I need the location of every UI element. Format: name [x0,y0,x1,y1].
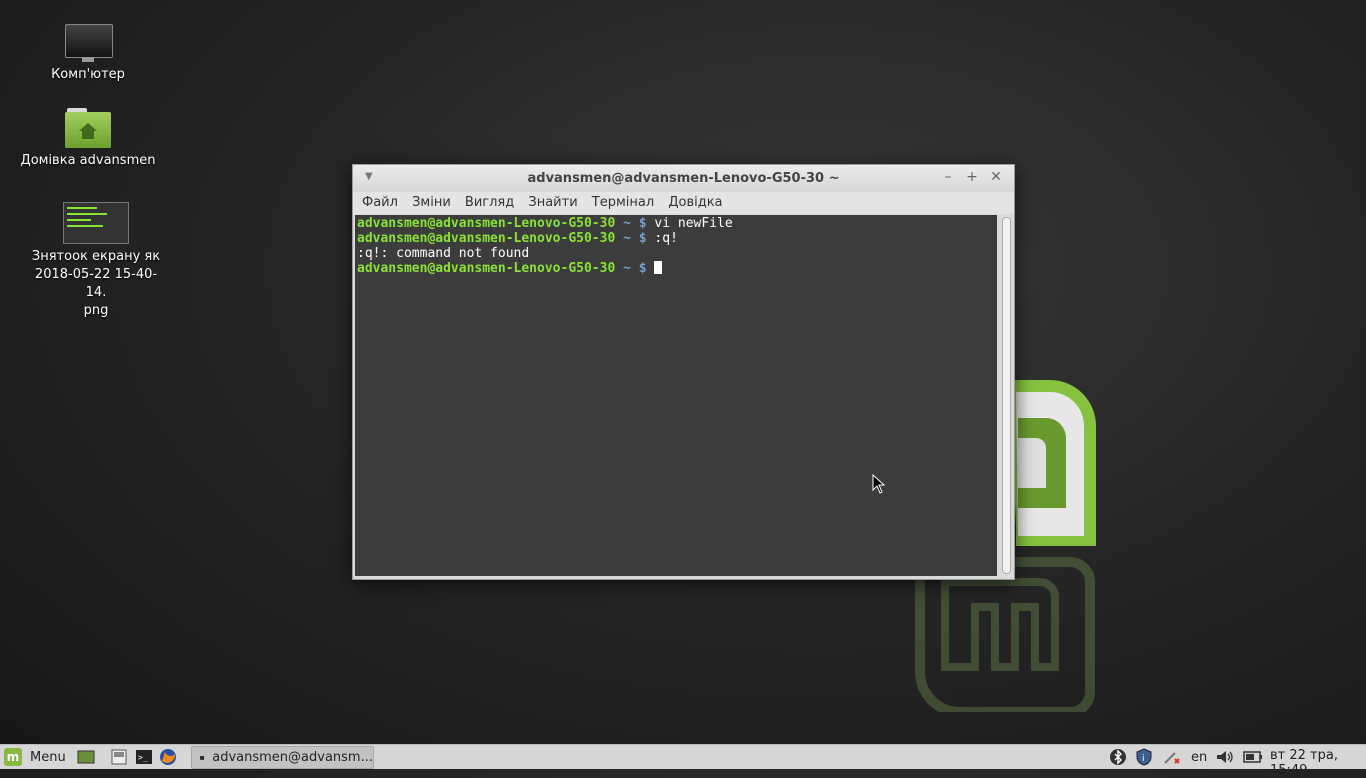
mint-menu-icon: m [4,748,22,766]
desktop-icon-label-line: Знятоок екрану як [31,249,161,264]
bluetooth-icon[interactable] [1110,748,1126,766]
terminal-line: advansmen@advansmen-Lenovo-G50-30 ~ $ [357,261,997,276]
menu-view[interactable]: Вигляд [462,192,517,210]
clock[interactable]: вт 22 тра, 15:49 [1270,748,1366,778]
menubar: Файл Зміни Вигляд Знайти Термінал Довідк… [353,192,1014,214]
desktop-icon-computer[interactable]: Комп'ютер [18,24,158,84]
svg-text:i: i [1142,754,1145,764]
text-cursor [654,261,663,274]
taskbar: m Menu >_ >_ advansmen@advansm... i en в… [0,744,1366,778]
desktop-icon-label: Домівка advansmen [20,153,156,168]
terminal-line: :q!: command not found [357,246,530,261]
terminal-icon: >_ [200,755,205,760]
desktop-icon-label-line: 2018-05-22 15-40-14. [34,267,158,300]
firefox-icon[interactable] [159,748,177,766]
window-titlebar[interactable]: ▼ advansmen@advansmen-Lenovo-G50-30 ~ – … [353,165,1014,192]
terminal-line: advansmen@advansmen-Lenovo-G50-30 ~ $ vi… [357,216,733,231]
mouse-pointer-icon [872,474,886,494]
image-thumbnail-icon [63,202,129,244]
maximize-button[interactable]: + [964,169,980,185]
desktop-icon-label: Комп'ютер [51,67,125,82]
close-button[interactable]: ✕ [988,169,1004,185]
menu-search[interactable]: Знайти [525,192,580,210]
network-disconnected-icon[interactable] [1162,748,1182,766]
minimize-button[interactable]: – [940,169,956,185]
desktop-icon-home[interactable]: Домівка advansmen [18,108,158,170]
taskbar-window-terminal[interactable]: >_ advansmen@advansm... [191,746,374,769]
menu-file[interactable]: Файл [359,192,401,210]
menu-terminal[interactable]: Термінал [589,192,657,210]
svg-text:>_: >_ [138,753,148,762]
terminal-window: ▼ advansmen@advansmen-Lenovo-G50-30 ~ – … [352,164,1015,580]
keyboard-layout-indicator[interactable]: en [1191,748,1207,766]
desktop-icon-screenshot[interactable]: Знятоок екрану як 2018-05-22 15-40-14. p… [26,202,166,320]
file-manager-icon[interactable] [110,748,128,766]
start-menu-button[interactable]: m Menu [4,747,66,767]
desktop-icon-label-line: png [83,303,109,318]
volume-icon[interactable] [1215,748,1235,766]
update-manager-shield-icon[interactable]: i [1135,748,1153,766]
battery-icon[interactable] [1243,748,1263,766]
terminal-launcher-icon[interactable]: >_ [135,748,153,766]
taskbar-window-label: advansmen@advansm... [212,750,373,765]
window-title: advansmen@advansmen-Lenovo-G50-30 ~ [527,171,840,186]
computer-icon [65,24,113,62]
show-desktop-icon[interactable] [77,748,95,766]
terminal-output[interactable]: advansmen@advansmen-Lenovo-G50-30 ~ $ vi… [355,215,997,576]
terminal-line: advansmen@advansmen-Lenovo-G50-30 ~ $ :q… [357,231,678,246]
menu-edit[interactable]: Зміни [409,192,454,210]
scrollbar[interactable] [1001,215,1011,576]
menu-label: Menu [30,749,66,765]
home-folder-icon [65,108,111,148]
menu-help[interactable]: Довідка [665,192,725,210]
